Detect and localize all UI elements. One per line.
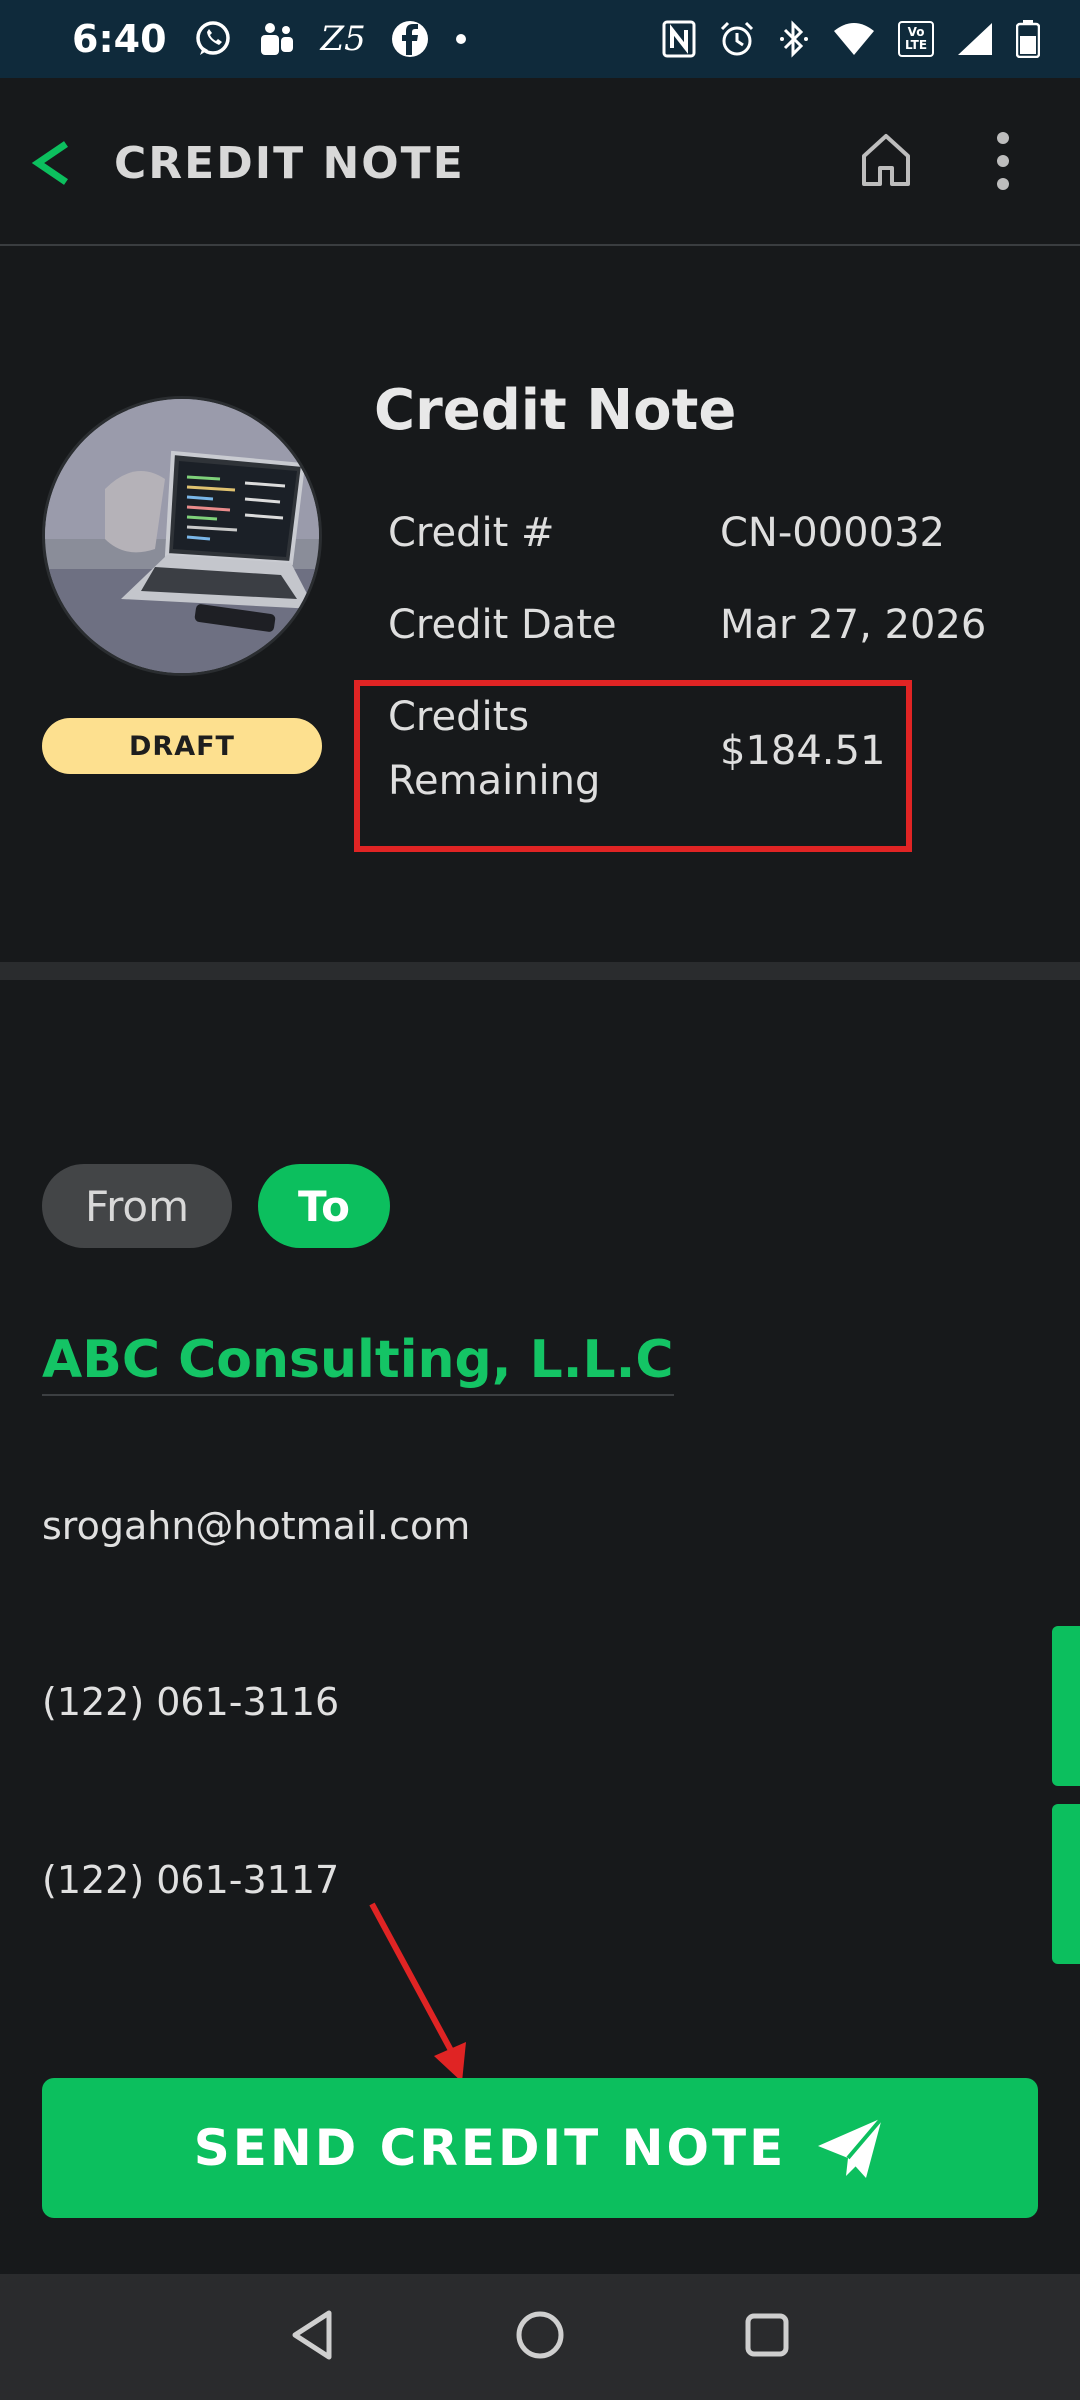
notification-icons: Z5: [193, 19, 468, 59]
credit-number-label: Credit #: [388, 510, 555, 556]
zee5-icon: Z5: [320, 19, 366, 59]
send-button-label: SEND CREDIT NOTE: [193, 2119, 787, 2177]
system-icons: Vo LTE: [662, 20, 1040, 58]
annotation-highlight-box: [354, 680, 912, 852]
credit-note-thumbnail: [42, 396, 322, 676]
side-edge-tab-1[interactable]: [1052, 1626, 1080, 1786]
back-button[interactable]: [28, 138, 78, 188]
document-title: Credit Note: [374, 378, 737, 443]
app-bar: CREDIT NOTE: [0, 78, 1080, 246]
volte-icon: Vo LTE: [898, 21, 934, 57]
teams-icon: [257, 19, 297, 59]
app-bar-title: CREDIT NOTE: [114, 138, 465, 189]
status-bar: 6:40 Z5 Vo LTE: [0, 0, 1080, 78]
to-toggle-chip[interactable]: To: [258, 1164, 390, 1248]
status-time: 6:40: [72, 17, 167, 61]
nfc-icon: [662, 20, 696, 58]
send-icon: [818, 2116, 884, 2178]
facebook-icon: [390, 19, 430, 59]
volte-text: Vo LTE: [904, 25, 928, 52]
laptop-image: [45, 399, 319, 673]
more-options-button[interactable]: [988, 130, 1018, 192]
side-edge-tab-2[interactable]: [1052, 1804, 1080, 1964]
send-credit-note-button[interactable]: SEND CREDIT NOTE: [42, 2078, 1038, 2218]
nav-recents-button[interactable]: [743, 2311, 791, 2363]
whatsapp-icon: [193, 19, 233, 59]
chevron-left-icon: [31, 141, 68, 185]
home-icon: [862, 134, 910, 186]
credit-date-label: Credit Date: [388, 602, 617, 648]
home-button[interactable]: [858, 130, 914, 190]
alarm-icon: [718, 20, 756, 58]
section-divider: [0, 962, 1080, 980]
wifi-icon: [832, 21, 876, 57]
bluetooth-icon: [778, 20, 810, 58]
battery-icon: [1016, 20, 1040, 58]
annotation-arrow: [369, 1902, 466, 2082]
home-circle-icon: [516, 2311, 564, 2359]
from-toggle-chip[interactable]: From: [42, 1164, 232, 1248]
client-phone-1: (122) 061-3116: [42, 1680, 340, 1724]
status-badge: DRAFT: [42, 718, 322, 774]
system-nav-bar: [0, 2274, 1080, 2400]
credit-date-value: Mar 27, 2026: [720, 602, 987, 648]
credit-number-value: CN-000032: [720, 510, 945, 556]
more-vertical-icon: [997, 132, 1009, 190]
signal-icon: [956, 21, 994, 57]
nav-home-button[interactable]: [514, 2309, 566, 2365]
client-email: srogahn@hotmail.com: [42, 1504, 471, 1548]
client-phone-2: (122) 061-3117: [42, 1858, 340, 1902]
credit-note-screen: 6:40 Z5 Vo LTE CREDIT NOTE DRAFT Credit …: [0, 0, 1080, 2400]
dot-icon: [454, 32, 468, 46]
client-name-link[interactable]: ABC Consulting, L.L.C: [42, 1330, 674, 1396]
back-triangle-icon: [292, 2310, 332, 2360]
recents-square-icon: [745, 2313, 789, 2357]
nav-back-button[interactable]: [289, 2309, 337, 2365]
